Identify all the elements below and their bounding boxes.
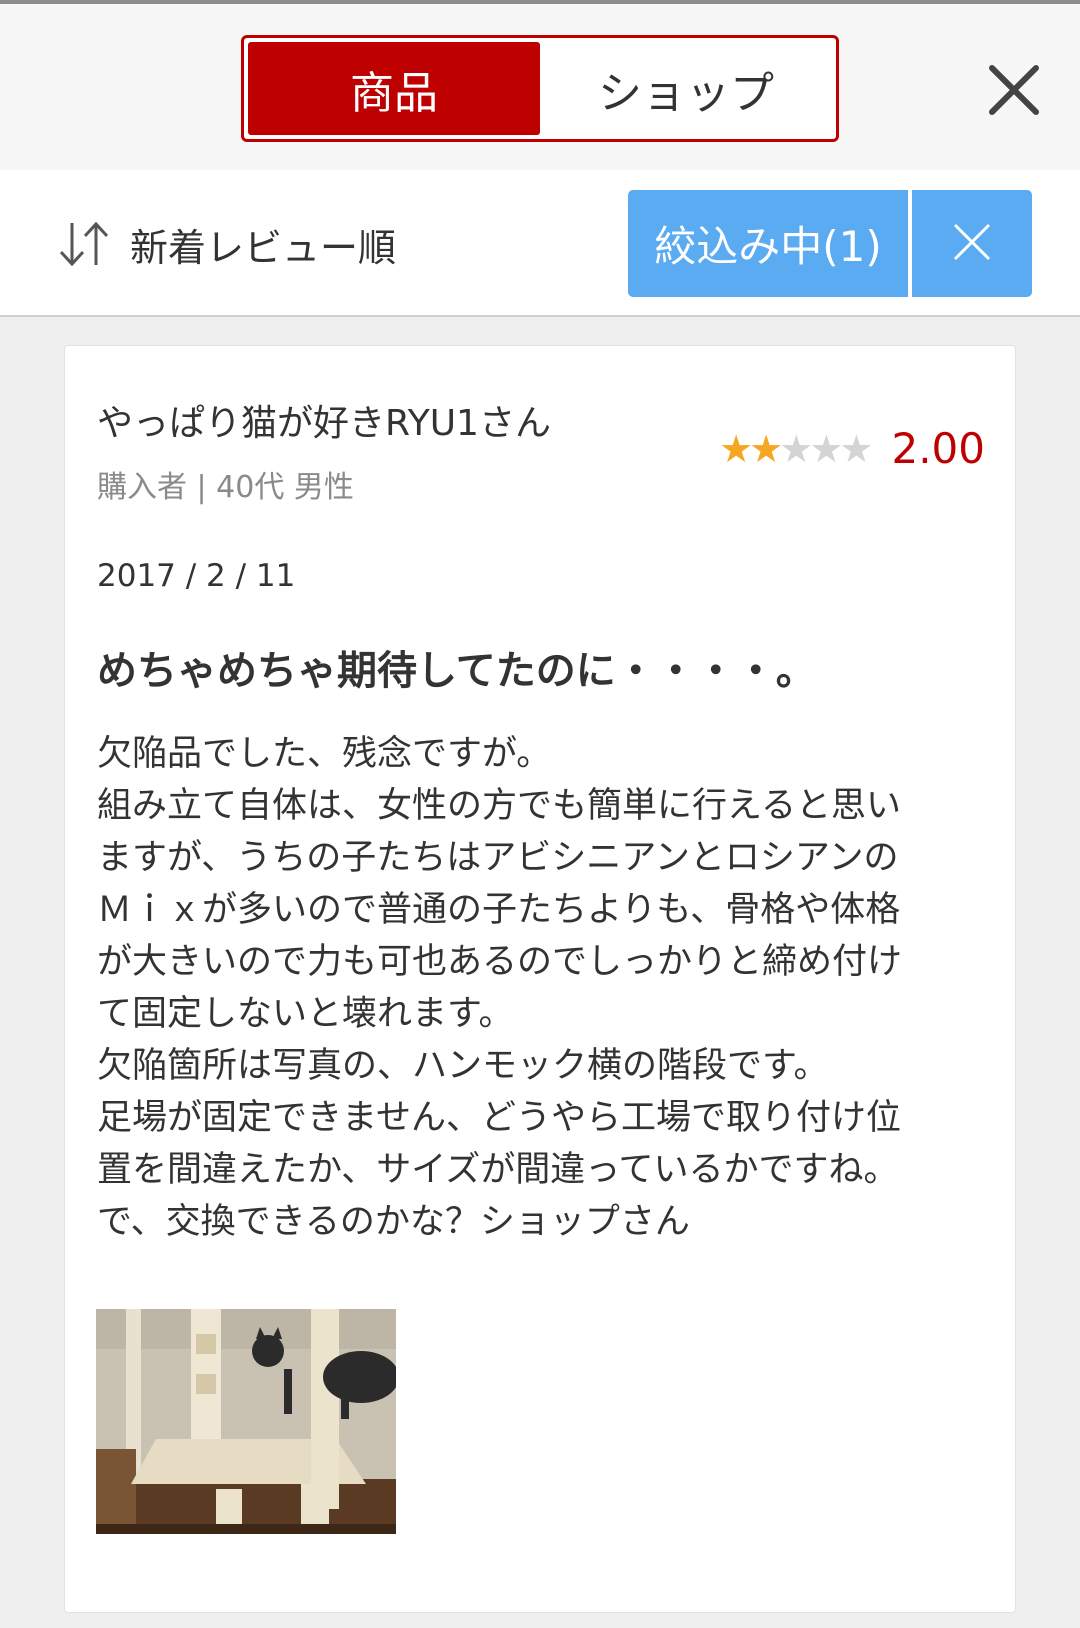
segment-control: 商品 ショップ	[241, 35, 839, 142]
star-empty-icon: ★	[839, 426, 874, 471]
star-filled-icon: ★	[719, 426, 754, 471]
review-card: やっぱり猫が好きRYU1さん 購入者 | 40代 男性 ★ ★ ★ ★ ★ 2.00 2…	[64, 345, 1016, 1613]
review-body-line: で、交換できるのかな？ショップさん	[97, 1202, 690, 1242]
review-date: 2017 / 2 / 11	[97, 558, 296, 594]
close-icon[interactable]	[986, 62, 1042, 118]
star-filled-icon: ★	[749, 426, 784, 471]
sort-filter-bar: 新着レビュー順 絞込み中(1)	[0, 170, 1080, 317]
review-body-line: 足場が固定できません、どうやら工場で取り付け位	[97, 1098, 901, 1138]
sort-button[interactable]: 新着レビュー順	[56, 216, 396, 272]
star-rating: ★ ★ ★ ★ ★	[719, 426, 873, 471]
review-title: めちゃめちゃ期待してたのに・・・・。	[97, 648, 816, 694]
review-photo[interactable]	[96, 1309, 396, 1534]
tab-product[interactable]: 商品	[248, 42, 540, 135]
review-body-line: 置を間違えたか、サイズが間違っているかですね。	[97, 1150, 899, 1190]
reviewer-name[interactable]: やっぱり猫が好きRYU1さん	[97, 394, 551, 446]
tab-shop[interactable]: ショップ	[540, 42, 832, 135]
reviewer-meta: 購入者 | 40代 男性	[97, 470, 354, 505]
review-body-line: 組み立て自体は、女性の方でも簡単に行えると思い	[97, 786, 901, 826]
sort-icon	[56, 219, 112, 269]
star-empty-icon: ★	[779, 426, 814, 471]
review-body-line: が大きいので力も可也あるのでしっかりと締め付け	[97, 942, 903, 982]
review-body-line: Ｍｉｘが多いので普通の子たちよりも、骨格や体格	[97, 890, 901, 930]
rating: ★ ★ ★ ★ ★ 2.00	[719, 424, 985, 473]
rating-value: 2.00	[891, 424, 985, 473]
review-body: 欠陥品でした、残念ですが。組み立て自体は、女性の方でも簡単に行えると思い ますが、…	[97, 728, 987, 1248]
sort-label: 新着レビュー順	[130, 225, 397, 270]
star-empty-icon: ★	[809, 426, 844, 471]
clear-filter-icon	[952, 222, 992, 266]
review-body-line: て固定しないと壊れます。	[97, 994, 514, 1034]
header: 商品 ショップ	[0, 4, 1080, 170]
review-body-line: 欠陥品でした、残念ですが。	[97, 734, 552, 774]
review-body-line: 欠陥箇所は写真の、ハンモック横の階段です。	[97, 1046, 829, 1086]
review-body-line: ますが、うちの子たちはアビシニアンとロシアンの	[97, 838, 899, 878]
clear-filter-button[interactable]	[912, 190, 1032, 297]
filter-button[interactable]: 絞込み中(1)	[628, 190, 908, 297]
